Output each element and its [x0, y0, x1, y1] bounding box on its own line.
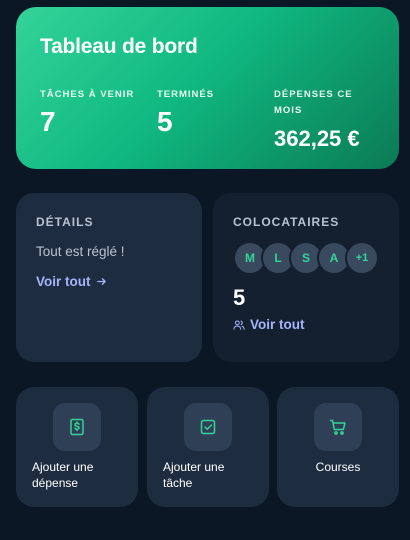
details-message: Tout est réglé ! [36, 244, 125, 259]
checkbox-icon [200, 419, 216, 435]
avatar-stack: M L S A +1 [233, 241, 379, 277]
stat-monthly-expenses: Dépenses ce mois 362,25 € [274, 87, 384, 155]
dashboard-page: Tableau de bord Tâches à venir 7 Terminé… [0, 0, 410, 540]
roommates-card: Colocataires M L S A +1 5 Voir tout [213, 193, 399, 362]
users-icon [233, 319, 245, 330]
stat-value: 7 [40, 106, 56, 137]
details-see-all-link[interactable]: Voir tout [36, 274, 107, 289]
tile-label: Courses [315, 460, 361, 474]
roommates-see-all-link[interactable]: Voir tout [233, 317, 305, 332]
stat-label: Terminés [157, 89, 215, 100]
avatar-more-count[interactable]: +1 [345, 241, 379, 275]
details-title: Détails [36, 215, 94, 229]
tile-icon-box [53, 403, 101, 451]
link-label: Voir tout [250, 317, 305, 332]
roommates-count: 5 [233, 285, 246, 310]
stat-value: 362,25 € [274, 126, 360, 151]
stat-label: Dépenses ce mois [274, 89, 353, 116]
tile-icon-box [184, 403, 232, 451]
stat-label: Tâches à venir [40, 89, 135, 100]
details-card: Détails Tout est réglé ! Voir tout [16, 193, 202, 362]
cart-icon [329, 419, 346, 435]
add-expense-button[interactable]: Ajouter une dépense [16, 387, 138, 507]
dashboard-summary-card: Tableau de bord Tâches à venir 7 Terminé… [16, 7, 399, 169]
tile-label: Ajouter une tâche [163, 460, 225, 490]
groceries-button[interactable]: Courses [277, 387, 399, 507]
roommates-title: Colocataires [233, 215, 340, 229]
tile-icon-box [314, 403, 362, 451]
add-task-button[interactable]: Ajouter une tâche [147, 387, 269, 507]
tile-label: Ajouter une dépense [32, 460, 94, 490]
arrow-right-icon [96, 278, 106, 285]
dollar-receipt-icon [70, 418, 84, 436]
stat-completed: Terminés 5 [157, 87, 257, 138]
stat-value: 5 [157, 106, 173, 137]
stat-upcoming-tasks: Tâches à venir 7 [40, 87, 150, 138]
page-title: Tableau de bord [40, 35, 198, 58]
link-label: Voir tout [36, 274, 91, 289]
